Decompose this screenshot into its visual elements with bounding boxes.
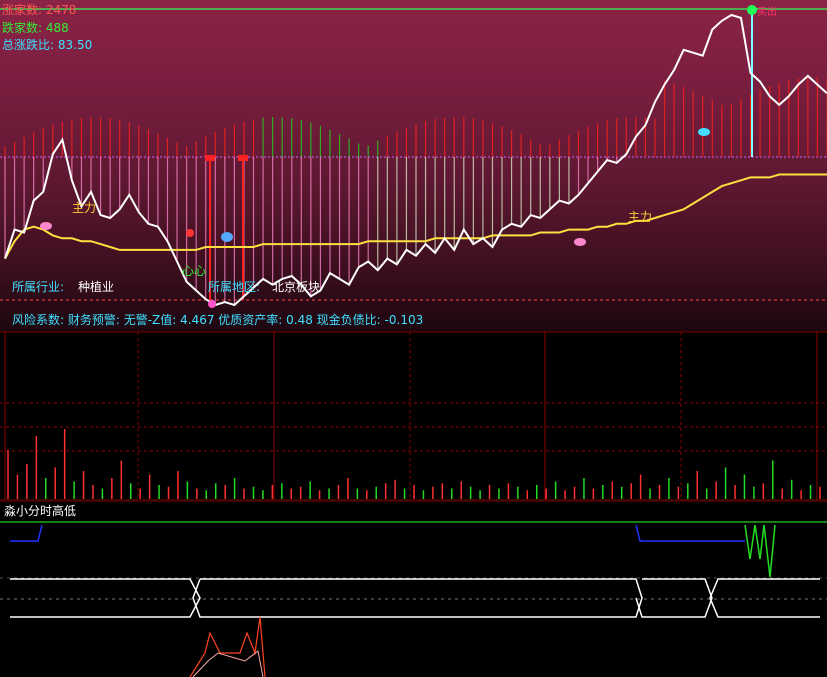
indicator-band-2 bbox=[709, 578, 820, 618]
top-sell-mark: 卖出 bbox=[757, 7, 777, 18]
sentiment-bars bbox=[4, 77, 827, 305]
volume-chart-svg bbox=[0, 331, 827, 501]
industry-value: 种植业 bbox=[78, 280, 115, 294]
indicator-blue-line-1 bbox=[10, 524, 43, 542]
up-count-label: 涨家数 bbox=[2, 3, 39, 17]
indicator-svg bbox=[0, 501, 827, 677]
volume-panel[interactable] bbox=[0, 331, 827, 501]
up-count-stat: 涨家数: 2478 bbox=[2, 3, 77, 17]
volume-bars bbox=[7, 429, 821, 499]
zhuli-label-1: 主力 bbox=[72, 201, 97, 215]
indicator-green-spikes bbox=[744, 524, 776, 578]
main-chart-panel[interactable]: 涨家数: 2478 跌家数: 488 总涨跌比: 83.50 主力 主力 心心 … bbox=[0, 0, 827, 331]
indicator-band-4 bbox=[635, 578, 713, 618]
ratio-value: 83.50 bbox=[57, 38, 93, 52]
xin-label: 心心 bbox=[182, 264, 207, 278]
down-count-value: 488 bbox=[45, 21, 69, 35]
indicator-band-3 bbox=[192, 578, 643, 618]
down-count-stat: 跌家数: 488 bbox=[2, 21, 69, 35]
volume-grid bbox=[0, 331, 827, 501]
ratio-stat: 总涨跌比: 83.50 bbox=[2, 38, 93, 52]
down-count-label: 跌家数 bbox=[2, 21, 39, 35]
ratio-label: 总涨跌比 bbox=[2, 38, 51, 52]
industry-label: 所属行业: bbox=[12, 280, 65, 294]
indicator-blue-line-2 bbox=[635, 524, 745, 542]
risk-info: 风险系数: 财务预警: 无警-Z值: 4.467 优质资产率: 0.48 现金负… bbox=[12, 313, 424, 327]
region-value: 北京板块 bbox=[272, 280, 321, 294]
zhuli-label-2: 主力 bbox=[628, 210, 653, 224]
main-chart-svg bbox=[0, 5, 827, 308]
indicator-band-1 bbox=[10, 578, 201, 618]
region-label: 所属地区: bbox=[208, 280, 261, 294]
signal-columns bbox=[205, 12, 753, 300]
up-count-value: 2478 bbox=[45, 3, 77, 17]
indicator-panel[interactable]: 淼小分时高低 bbox=[0, 501, 827, 677]
